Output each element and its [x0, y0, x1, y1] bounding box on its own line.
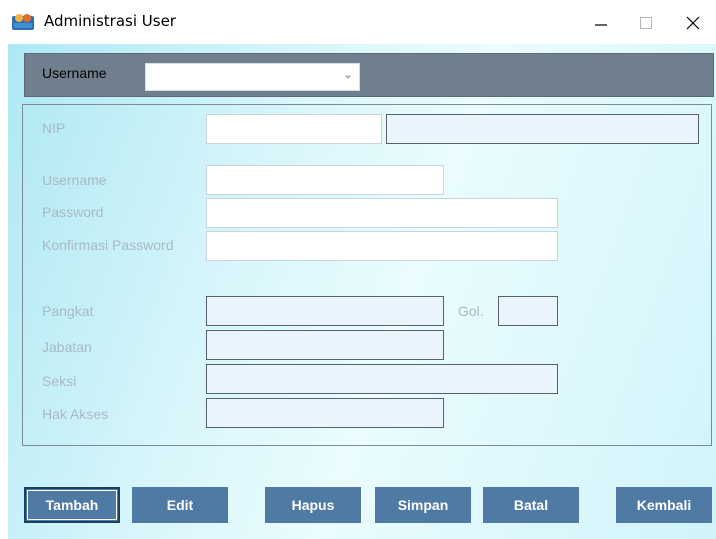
kembali-button[interactable]: Kembali — [616, 487, 712, 523]
minimize-icon — [595, 24, 607, 26]
hak-akses-field[interactable] — [206, 398, 444, 428]
hapus-button[interactable]: Hapus — [265, 487, 361, 523]
title-bar: Administrasi User — [0, 0, 716, 44]
close-button[interactable] — [678, 8, 708, 38]
username-selector-bar: Username — [24, 53, 714, 97]
simpan-button[interactable]: Simpan — [375, 487, 471, 523]
nip-name-display — [386, 114, 699, 144]
username-input[interactable] — [206, 165, 444, 195]
pangkat-display — [206, 296, 444, 326]
hak-akses-label: Hak Akses — [42, 406, 109, 422]
close-icon — [686, 16, 700, 30]
app-icon — [12, 12, 34, 32]
form-content: Username NIP Username Password Konfirmas… — [8, 44, 716, 539]
user-details-panel — [22, 104, 712, 446]
pangkat-label: Pangkat — [42, 303, 94, 319]
username-selector-label: Username — [42, 65, 107, 81]
password-input[interactable] — [206, 198, 558, 228]
jabatan-display — [206, 330, 444, 360]
minimize-button[interactable] — [586, 8, 616, 38]
seksi-display — [206, 364, 558, 394]
edit-button[interactable]: Edit — [132, 487, 228, 523]
confirm-password-label: Konfirmasi Password — [42, 237, 174, 253]
nip-input[interactable] — [206, 114, 382, 144]
tambah-button[interactable]: Tambah — [24, 487, 120, 523]
chevron-down-icon — [343, 71, 353, 81]
seksi-label: Seksi — [42, 373, 77, 389]
jabatan-label: Jabatan — [42, 339, 92, 355]
username-dropdown[interactable] — [145, 63, 360, 91]
confirm-password-input[interactable] — [206, 231, 558, 261]
nip-label: NIP — [42, 120, 66, 136]
maximize-icon — [640, 17, 652, 29]
gol-display — [498, 296, 558, 326]
window-title: Administrasi User — [44, 12, 176, 30]
gol-label: Gol. — [458, 303, 484, 319]
maximize-button[interactable] — [631, 8, 661, 38]
batal-button[interactable]: Batal — [483, 487, 579, 523]
admin-user-window: Administrasi User Username NIP Username … — [0, 0, 716, 539]
username-label: Username — [42, 172, 107, 188]
password-label: Password — [42, 204, 104, 220]
